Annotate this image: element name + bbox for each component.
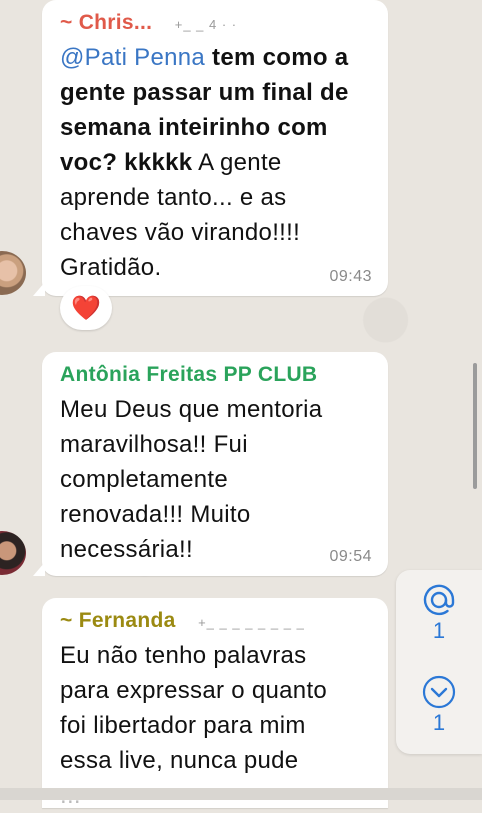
heart-icon: ❤️ [71,294,101,322]
chevron-down-icon [422,675,456,709]
message-text: Meu Deus que mentoria maravilhosa!! Fui … [60,396,323,563]
sender-name[interactable]: ~ Fernanda [60,609,176,632]
avatar[interactable] [0,251,28,295]
bubble-tail [33,282,45,296]
sender-phone: +_ _ 4 · · [174,17,238,32]
sender-phone: +_ _ _ _ _ _ _ _ [198,615,305,630]
message-text: @Pati Penna tem como a gente passar um f… [60,44,349,281]
message-bubble[interactable]: ~ Chris... +_ _ 4 · · @Pati Penna tem co… [33,0,388,296]
jump-panel: 1 1 [396,570,482,754]
scroll-down-button[interactable]: 1 [396,674,482,736]
message-time: 09:54 [329,548,372,565]
bubble-tail [33,562,45,576]
sender-name[interactable]: ~ Chris... [60,11,152,34]
avatar[interactable] [0,531,28,575]
message-time: 09:43 [329,268,372,285]
input-bar-edge [0,788,482,800]
mentions-button[interactable]: 1 [396,582,482,644]
avatar-image [0,251,26,295]
message-bubble[interactable]: Antônia Freitas PP CLUB Meu Deus que men… [33,352,388,576]
mention-link[interactable]: @Pati Penna [60,44,205,71]
mentions-count: 1 [432,618,446,643]
reaction-badge[interactable]: ❤️ [60,286,112,330]
message-bubble[interactable]: ~ Fernanda +_ _ _ _ _ _ _ _ Eu não tenho… [42,598,388,809]
message-text: Eu não tenho palavras para expressar o q… [60,642,328,809]
scrollbar[interactable] [473,363,477,489]
at-icon [423,584,455,616]
avatar-image [0,531,26,575]
unread-count: 1 [432,710,446,735]
sender-name[interactable]: Antônia Freitas PP CLUB [60,363,317,386]
